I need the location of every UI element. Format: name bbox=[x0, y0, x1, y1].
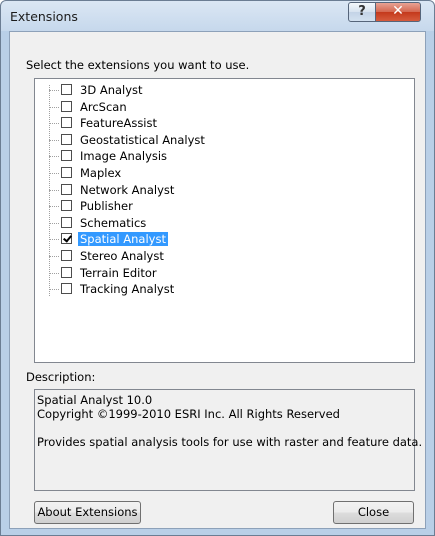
tree-branch bbox=[49, 189, 59, 191]
extension-checkbox[interactable] bbox=[61, 117, 72, 129]
description-label: Description: bbox=[26, 370, 96, 384]
tree-branch bbox=[49, 90, 59, 91]
extension-item[interactable]: Publisher bbox=[35, 198, 405, 214]
extension-item[interactable]: Spatial Analyst bbox=[35, 231, 405, 247]
extensions-list[interactable]: 3D Analyst ArcScan FeatureAssist Geostatist… bbox=[34, 78, 415, 363]
extension-item[interactable]: Geostatistical Analyst bbox=[35, 132, 405, 148]
extension-label: Schematics bbox=[80, 215, 147, 230]
extension-label: Tracking Analyst bbox=[80, 282, 175, 297]
tree-branch bbox=[49, 173, 59, 174]
title-bar[interactable]: Extensions ? ✕ bbox=[1, 1, 434, 31]
tree-branch bbox=[49, 289, 59, 291]
extension-checkbox[interactable] bbox=[61, 183, 72, 195]
extension-label: Spatial Analyst bbox=[78, 232, 168, 247]
extension-checkbox[interactable] bbox=[61, 266, 72, 278]
extension-label: Stereo Analyst bbox=[80, 249, 164, 263]
description-title: Spatial Analyst 10.0 bbox=[37, 393, 153, 407]
window-title: Extensions bbox=[10, 9, 78, 24]
extension-item[interactable]: Maplex bbox=[35, 165, 405, 181]
tree-branch bbox=[49, 156, 59, 158]
about-extensions-button[interactable]: About Extensions bbox=[34, 501, 141, 524]
extension-checkbox[interactable] bbox=[61, 200, 72, 212]
extension-checkbox[interactable] bbox=[61, 216, 72, 228]
extension-item[interactable]: Network Analyst bbox=[35, 182, 405, 198]
extension-label: Image Analysis bbox=[80, 149, 168, 164]
extension-label: Publisher bbox=[80, 199, 133, 214]
tree-branch bbox=[49, 206, 59, 208]
extension-item[interactable]: Tracking Analyst bbox=[35, 281, 405, 297]
extension-label: Network Analyst bbox=[80, 182, 175, 197]
extension-label: Terrain Editor bbox=[80, 265, 157, 280]
extension-item[interactable]: Stereo Analyst bbox=[35, 248, 405, 264]
tree-branch bbox=[49, 139, 59, 141]
close-button[interactable]: Close bbox=[333, 501, 414, 524]
extension-checkbox[interactable] bbox=[61, 233, 72, 245]
description-text: Provides spatial analysis tools for use … bbox=[37, 435, 423, 449]
extension-item[interactable]: Terrain Editor bbox=[35, 265, 405, 281]
extension-label: ArcScan bbox=[80, 99, 127, 114]
tree-branch bbox=[49, 256, 59, 257]
extension-checkbox[interactable] bbox=[61, 167, 72, 178]
extension-item[interactable]: 3D Analyst bbox=[35, 82, 405, 98]
help-button[interactable]: ? bbox=[348, 2, 376, 22]
extension-item[interactable]: ArcScan bbox=[35, 99, 405, 115]
extension-checkbox[interactable] bbox=[61, 100, 72, 112]
extension-item[interactable]: FeatureAssist bbox=[35, 115, 405, 131]
instruction-label: Select the extensions you want to use. bbox=[26, 58, 250, 72]
tree-branch bbox=[49, 106, 59, 108]
extension-label: FeatureAssist bbox=[80, 116, 158, 131]
window-close-button[interactable]: ✕ bbox=[375, 2, 421, 22]
extension-checkbox[interactable] bbox=[61, 250, 72, 261]
description-copyright: Copyright ©1999-2010 ESRI Inc. All Right… bbox=[37, 407, 340, 421]
extension-label: Maplex bbox=[80, 166, 122, 180]
extension-item[interactable]: Image Analysis bbox=[35, 148, 405, 164]
description-box: Spatial Analyst 10.0 Copyright ©1999-201… bbox=[34, 389, 423, 491]
tree-branch bbox=[49, 123, 59, 125]
extension-label: 3D Analyst bbox=[80, 83, 143, 97]
tree-branch bbox=[49, 222, 59, 224]
tree-branch bbox=[49, 239, 59, 241]
extension-checkbox[interactable] bbox=[61, 150, 72, 162]
extension-checkbox[interactable] bbox=[61, 84, 72, 95]
extension-item[interactable]: Schematics bbox=[35, 215, 405, 231]
close-icon: ✕ bbox=[392, 3, 404, 19]
help-icon: ? bbox=[358, 4, 366, 19]
extension-label: Geostatistical Analyst bbox=[80, 132, 205, 147]
tree-branch bbox=[49, 272, 59, 274]
extension-checkbox[interactable] bbox=[61, 283, 72, 295]
extension-checkbox[interactable] bbox=[61, 133, 72, 145]
